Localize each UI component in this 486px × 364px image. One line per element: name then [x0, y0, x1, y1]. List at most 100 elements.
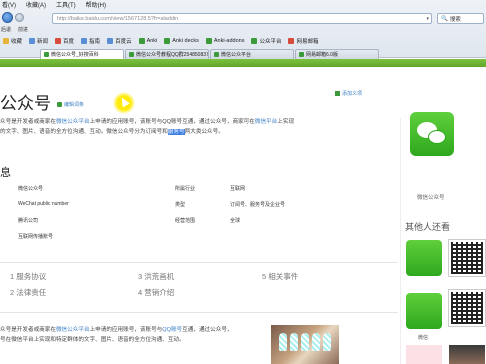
catalog-label: 营销介绍	[144, 288, 175, 297]
bookmark-label: Anki decks	[172, 38, 199, 44]
address-bar[interactable]: http://baike.baidu.com/view/1567128.5?fr…	[52, 13, 432, 24]
related-thumb-3[interactable]	[406, 345, 442, 364]
related-thumb-wechat-2[interactable]	[406, 293, 442, 329]
bookmark-item[interactable]: 公众平台	[251, 37, 281, 45]
bookmark-favicon-icon	[29, 38, 36, 44]
body-text: 众号是开发者或商家在	[0, 327, 56, 333]
wechat-platform-link[interactable]: 微信公众平台	[56, 119, 90, 125]
catalog-num: 3	[138, 272, 143, 281]
catalog-num: 4	[138, 288, 143, 297]
catalog-item-2[interactable]: 2 法律责任	[10, 287, 46, 298]
bookmark-item[interactable]: Anki-addons	[205, 38, 245, 44]
tab-favicon-icon	[44, 52, 49, 57]
catalog-item-4[interactable]: 4 营销介绍	[138, 287, 174, 298]
catalog-num: 2	[10, 288, 15, 297]
catalog-item-5[interactable]: 5 相关事件	[262, 271, 298, 282]
menu-item-tools[interactable]: 工具(T)	[56, 0, 76, 9]
catalog-num: 1	[10, 272, 15, 281]
catalog-item-1[interactable]: 1 服务协议	[10, 271, 46, 282]
menu-item-favorites[interactable]: 收藏(A)	[26, 0, 46, 9]
browser-tab[interactable]: 网易邮箱6.0版	[295, 49, 379, 59]
catalog-label: 洪荒画机	[144, 272, 175, 281]
tab-label: 微信公众号_好搜百科	[51, 52, 99, 58]
bookmark-item[interactable]: 指南	[81, 37, 100, 45]
wechat-platform-link[interactable]: 微信公众平台	[56, 327, 90, 333]
service-account-link[interactable]: 服务号	[167, 129, 185, 135]
info-value: 互联网	[230, 186, 246, 192]
edit-entry-link[interactable]: 编辑词条	[57, 101, 84, 108]
page-title: 公众号	[0, 94, 51, 114]
related-thumb-4[interactable]	[449, 345, 485, 364]
info-label: 所属行业	[175, 186, 196, 192]
edit-entry-label: 编辑词条	[64, 102, 85, 108]
bookmark-label: Anki	[146, 38, 158, 44]
divider	[0, 312, 398, 313]
forward-button[interactable]	[15, 13, 24, 22]
bookmark-item[interactable]: 新闻	[29, 37, 48, 45]
info-value: 全球	[230, 218, 241, 224]
related-thumb-wechat[interactable]	[406, 240, 442, 276]
body-text: 互通，通过公众号，	[182, 327, 233, 333]
bookmark-label: 新闻	[37, 39, 49, 45]
browser-tab[interactable]: 微信公众号教程QQ群254850837 -...	[125, 49, 209, 59]
bookmark-label: 百度云	[115, 39, 132, 45]
intro-text: 的文字、图片、语音的全方位沟通、互动。	[0, 129, 107, 135]
menu-item-help[interactable]: 帮助(H)	[86, 0, 106, 9]
menu-item-view[interactable]: 看(V)	[2, 0, 16, 9]
info-value: 微信公众号	[18, 186, 44, 192]
qq-account-link[interactable]: QQ账号	[162, 327, 182, 333]
site-header-bar	[0, 59, 486, 67]
intro-text: 上实现	[277, 119, 295, 125]
tab-favicon-icon	[214, 52, 219, 57]
browser-chrome: 看(V) 收藏(A) 工具(T) 帮助(H) 后退 前进 http://baik…	[0, 0, 486, 59]
search-button[interactable]: 🔍 搜索	[437, 13, 484, 24]
intro-text: 微信公众号分为订阅号和	[106, 129, 168, 135]
info-label: 经营范围	[175, 218, 196, 224]
bookmark-item[interactable]: Anki	[138, 38, 158, 44]
related-thumb-qrcode[interactable]	[448, 239, 486, 277]
bookmarks-bar: 收藏 新闻 百度 指南 百度云 Anki Anki decks Anki-addons 公众平台…	[0, 36, 486, 46]
bookmark-favicon-icon	[3, 38, 9, 44]
back-button[interactable]	[2, 12, 13, 23]
body-text: 号在微信平台上实现和特定群体的文字、图片、语音的全方位沟通、互动。	[0, 337, 185, 343]
bookmark-item[interactable]: 收藏	[3, 37, 22, 45]
info-value: 腾讯公司	[18, 218, 39, 224]
bookmark-favicon-icon	[205, 38, 212, 44]
plus-icon	[335, 91, 340, 96]
bookmark-item[interactable]: 百度云	[107, 37, 132, 45]
catalog-label: 服务协议	[16, 272, 47, 281]
section-heading: 息	[0, 167, 11, 179]
bookmark-label: 公众平台	[259, 39, 282, 45]
menu-bar: 看(V) 收藏(A) 工具(T) 帮助(H)	[0, 0, 486, 9]
wechat-link[interactable]: 微信平台	[255, 119, 277, 125]
browser-tab[interactable]: 微信公众号_好搜百科	[40, 49, 124, 59]
intro-text: 众号是开发者或商家在	[0, 119, 56, 125]
back-label: 后退	[1, 27, 12, 33]
add-meaning-link[interactable]: 添加义项	[335, 90, 362, 97]
thumb-caption: 微信	[418, 335, 429, 341]
address-url: http://baike.baidu.com/view/1567128.5?fr…	[57, 15, 179, 22]
bookmark-label: Anki-addons	[213, 38, 245, 44]
tab-favicon-icon	[129, 52, 134, 57]
intro-text: 上申请的应用账号，该账号与QQ账号互通，通过公众号，商家可在	[89, 119, 255, 125]
catalog-item-3[interactable]: 3 洪荒画机	[138, 271, 174, 282]
tab-label: 微信公众平台	[221, 52, 252, 58]
bookmark-item[interactable]: 网易邮箱	[288, 37, 319, 45]
bookmark-favicon-icon	[288, 38, 295, 44]
info-label: 类型	[175, 202, 186, 208]
browser-tab[interactable]: 微信公众平台	[210, 49, 294, 59]
wechat-logo-image[interactable]	[410, 112, 454, 156]
logo-caption: 微信公众号	[417, 195, 445, 201]
bookmark-label: 网易邮箱	[296, 39, 319, 45]
article-image[interactable]	[271, 325, 339, 364]
bookmark-label: 百度	[63, 39, 75, 45]
tab-label: 网易邮箱6.0版	[306, 52, 338, 58]
bookmark-item[interactable]: 百度	[55, 37, 74, 45]
intro-paragraph: 众号是开发者或商家在微信公众平台上申请的应用账号，该账号与QQ账号互通，通过公众…	[0, 117, 398, 137]
bookmark-favicon-icon	[107, 38, 114, 44]
add-meaning-label: 添加义项	[342, 91, 363, 97]
bookmark-item[interactable]: Anki decks	[164, 38, 199, 44]
tab-label: 微信公众号教程QQ群254850837 -...	[136, 52, 209, 58]
chevron-down-icon[interactable]: ▾	[426, 16, 429, 22]
related-thumb-qrcode-2[interactable]	[448, 289, 486, 327]
